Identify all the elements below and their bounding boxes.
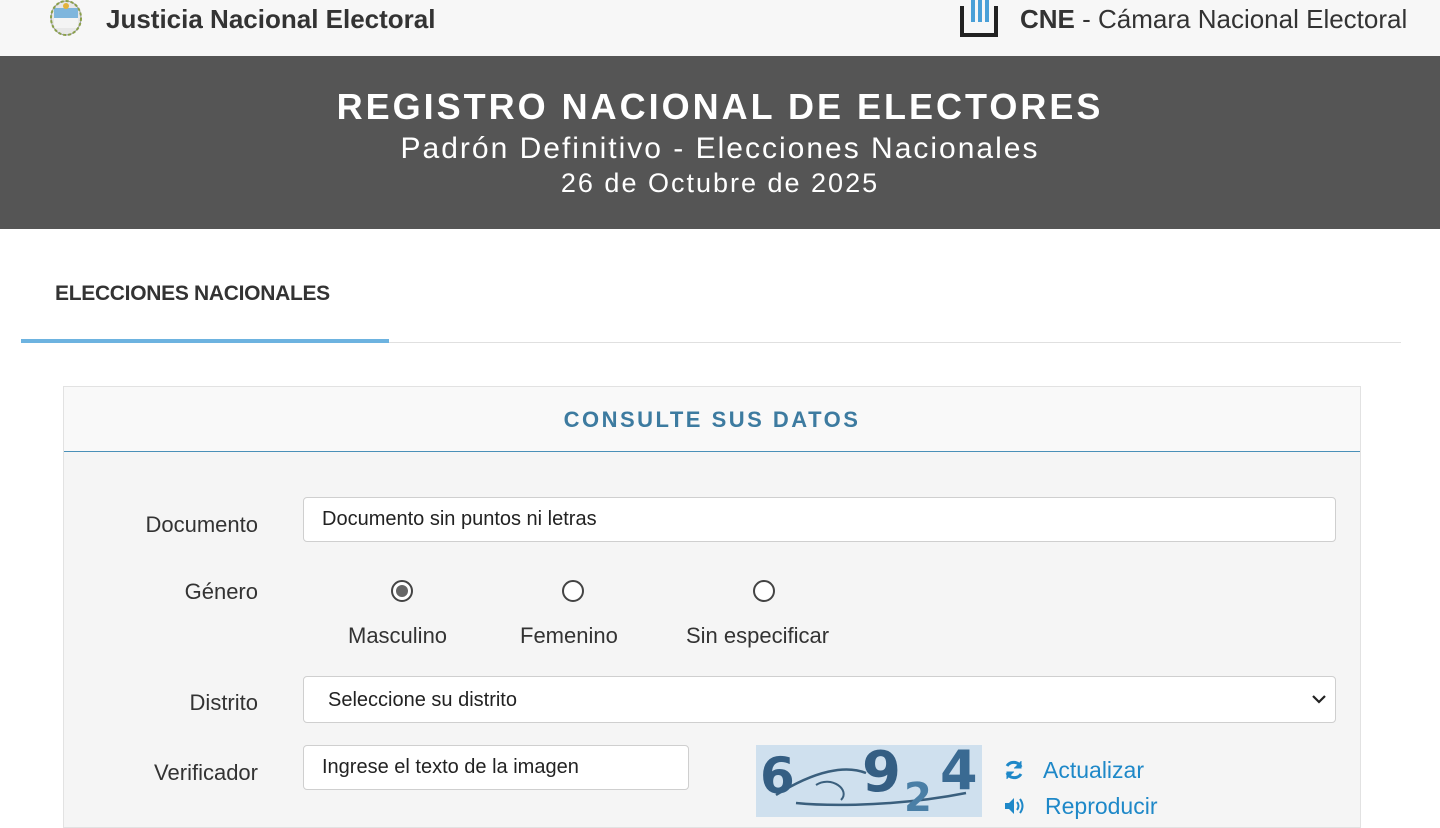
panel-header: CONSULTE SUS DATOS [64,387,1360,452]
captcha-image: 6 9 2 4 [756,745,982,817]
radio-sin-especificar[interactable] [753,580,775,602]
radio-masculino[interactable] [391,580,413,602]
audio-captcha-link[interactable]: Reproducir [1045,793,1158,820]
cne-abbr: CNE [1020,4,1075,34]
captcha-graphic: 6 9 2 4 [760,745,978,817]
radio-label-sin-especificar[interactable]: Sin especificar [686,623,829,649]
captcha-char-1: 6 [760,747,795,805]
banner-title: REGISTRO NACIONAL DE ELECTORES [336,86,1104,127]
refresh-captcha-link[interactable]: Actualizar [1043,757,1144,784]
top-bar: Justicia Nacional Electoral CNE - Cámara… [0,0,1440,56]
cne-logo-icon[interactable] [960,0,998,38]
cne-fullname: - Cámara Nacional Electoral [1074,4,1408,34]
verificador-label: Verificador [154,760,258,785]
banner-date: 26 de Octubre de 2025 [560,168,880,198]
speaker-icon[interactable] [1003,795,1025,817]
captcha-char-3: 2 [904,775,932,817]
banner-subtitle: Padrón Definitivo - Elecciones Nacionale… [400,132,1040,165]
captcha-char-2: 9 [862,745,901,805]
radio-femenino[interactable] [562,580,584,602]
cne-title[interactable]: CNE - Cámara Nacional Electoral [1020,4,1407,35]
documento-input[interactable] [303,497,1336,542]
chevron-down-icon [1312,695,1326,704]
radio-label-femenino[interactable]: Femenino [520,623,618,649]
verificador-input[interactable] [303,745,689,790]
argentina-seal-icon [50,0,82,36]
distrito-selected-value: Seleccione su distrito [328,689,517,711]
captcha-char-4: 4 [940,745,978,802]
distrito-select[interactable]: Seleccione su distrito [303,676,1336,723]
site-title[interactable]: Justicia Nacional Electoral [106,4,435,35]
documento-label: Documento [145,512,258,537]
radio-label-masculino[interactable]: Masculino [348,623,447,649]
distrito-label: Distrito [189,690,258,715]
tab-elecciones-nacionales[interactable]: ELECCIONES NACIONALES [55,282,330,306]
genero-label: Género [184,579,258,604]
panel-title: CONSULTE SUS DATOS [563,407,861,432]
active-tab-indicator [21,339,389,343]
refresh-icon[interactable] [1003,759,1025,781]
header-banner: REGISTRO NACIONAL DE ELECTORES Padrón De… [0,56,1440,229]
